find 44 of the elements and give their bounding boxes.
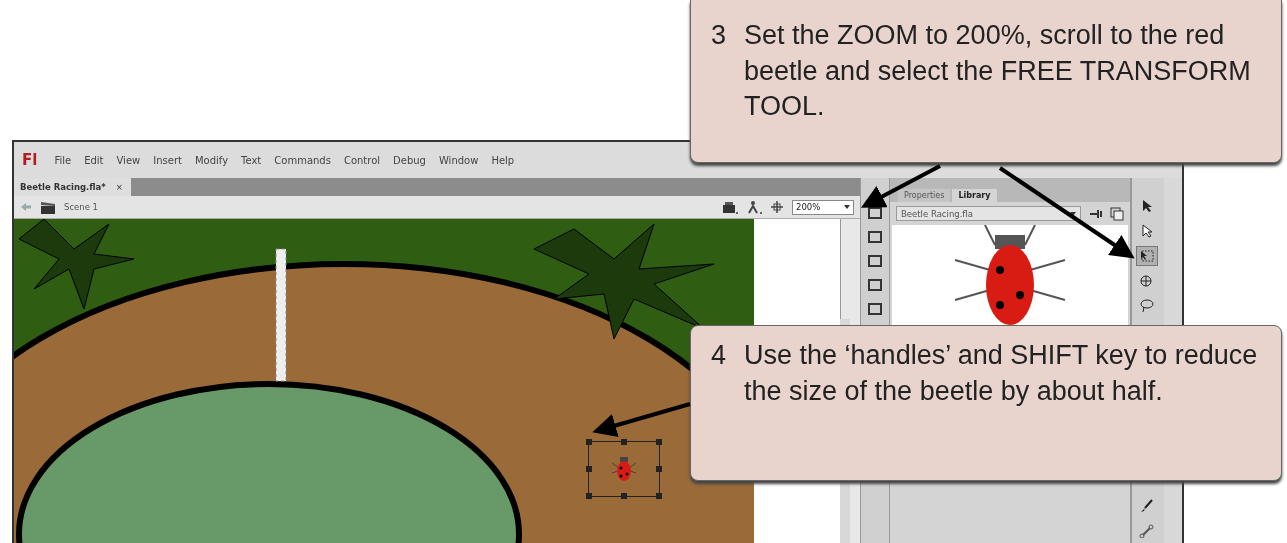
edit-symbols-icon[interactable]	[722, 200, 738, 214]
step-text: Set the ZOOM to 200%, scroll to the red beetle and select the FREE TRANSFORM TOOL.	[744, 19, 1252, 124]
scene-label[interactable]: Scene 1	[64, 202, 99, 212]
clapperboard-icon	[40, 200, 56, 214]
transform-box[interactable]	[588, 441, 660, 497]
panel-icon[interactable]	[867, 278, 883, 292]
menu-item[interactable]: Help	[491, 154, 515, 166]
menu-item[interactable]: Insert	[153, 154, 182, 166]
menu-item[interactable]: Window	[438, 154, 479, 166]
arrow-icon	[1141, 199, 1153, 213]
tool-button[interactable]	[1136, 246, 1158, 266]
panel-tab[interactable]: Library	[952, 189, 997, 202]
close-icon[interactable]: ×	[115, 182, 123, 192]
panel-icon[interactable]	[867, 302, 883, 316]
zoom-field[interactable]: 200%	[792, 199, 854, 215]
menu-item[interactable]: Edit	[84, 154, 104, 166]
document-dropdown[interactable]: Beetle Racing.fla	[896, 206, 1081, 221]
edit-scene-icon[interactable]	[746, 200, 762, 214]
menu-item[interactable]: Modify	[194, 154, 229, 166]
bone-icon	[1139, 524, 1155, 538]
step-number: 3	[711, 19, 727, 52]
brush-icon	[1140, 499, 1154, 513]
step-text: Use the ‘handles’ and SHIFT key to reduce the size of the beetle by about half.	[744, 339, 1259, 408]
center-stage-icon[interactable]	[770, 200, 784, 214]
menu-item[interactable]: File	[54, 154, 72, 166]
step-number: 4	[711, 339, 727, 372]
free-transform-icon	[1139, 249, 1155, 263]
menu-item[interactable]: Control	[343, 154, 381, 166]
app-logo: Fl	[22, 151, 38, 169]
menu-item[interactable]: Text	[241, 154, 262, 166]
rotation-icon	[1139, 274, 1155, 288]
pin-icon[interactable]	[1088, 208, 1103, 219]
panel-icon[interactable]	[867, 254, 883, 268]
scroll-bar[interactable]	[839, 219, 850, 319]
menu-item[interactable]: View	[116, 154, 141, 166]
document-tab[interactable]: Beetle Racing.fla* ×	[14, 178, 131, 196]
menu-item[interactable]: Commands	[274, 154, 331, 166]
menu-item[interactable]: Debug	[393, 154, 426, 166]
panel-tab[interactable]: Properties	[898, 189, 951, 202]
panel-icon[interactable]	[867, 230, 883, 244]
panel-icon[interactable]	[867, 206, 883, 220]
lasso-icon	[1139, 299, 1155, 313]
new-library-icon[interactable]	[1110, 206, 1124, 221]
hollow-arrow-icon	[1141, 224, 1153, 238]
